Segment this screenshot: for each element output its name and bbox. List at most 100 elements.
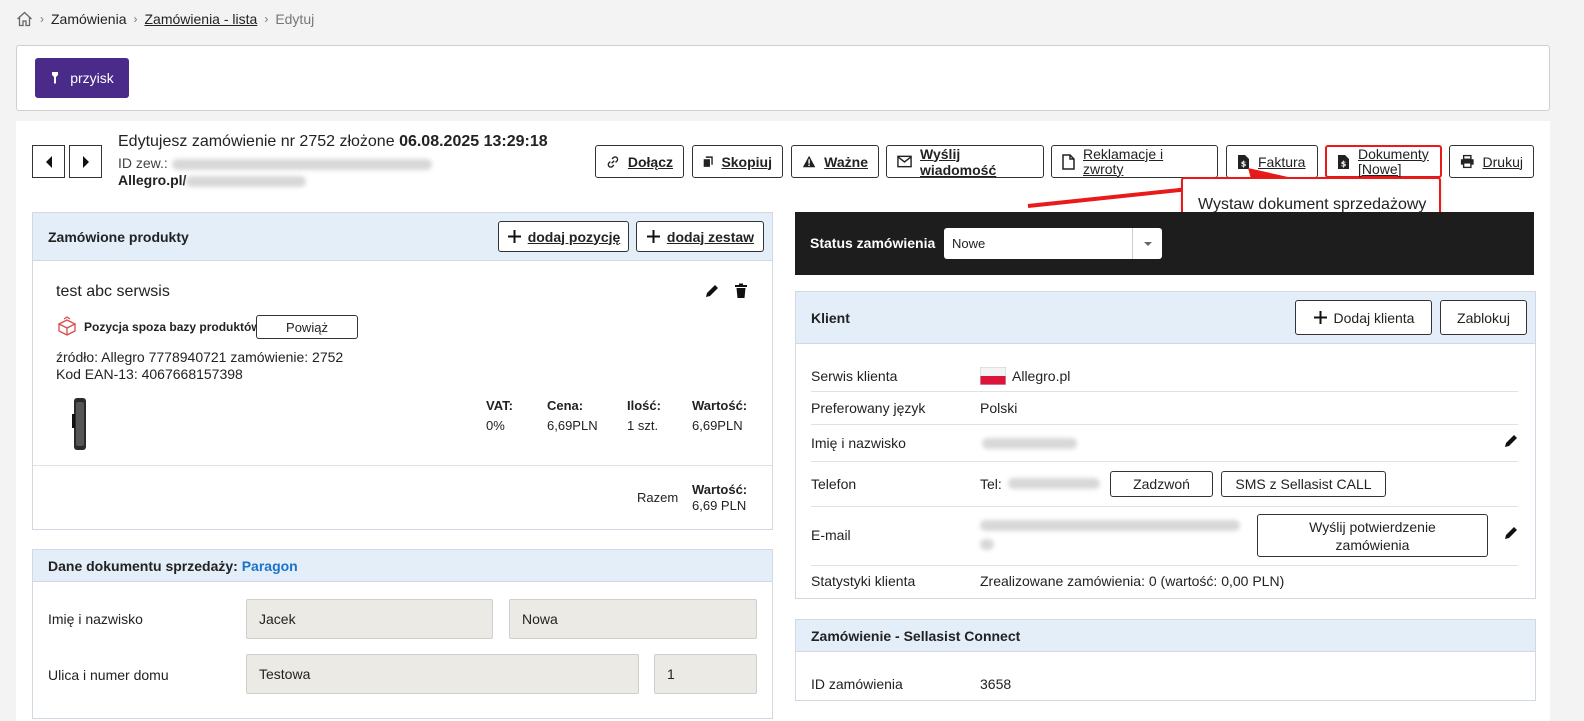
vat-value: 0% <box>486 418 505 433</box>
add-set-button[interactable]: dodaj zestaw <box>636 221 764 252</box>
arrow-left-icon <box>45 155 52 168</box>
divider <box>811 461 1518 462</box>
sales-document-header: Dane dokumentu sprzedaży: Paragon <box>33 550 772 582</box>
stats-label: Statystyki klienta <box>811 573 916 589</box>
language-label: Preferowany język <box>811 400 926 416</box>
block-client-button[interactable]: Zablokuj <box>1440 300 1527 335</box>
plus-icon <box>507 230 521 243</box>
language-value: Polski <box>980 400 1018 416</box>
invoice-icon: $ <box>1338 154 1349 169</box>
divider <box>811 565 1518 566</box>
attach-button[interactable]: Dołącz <box>595 145 684 178</box>
documents-button[interactable]: $ Dokumenty [Nowe] <box>1325 145 1442 178</box>
pencil-icon[interactable] <box>1503 433 1519 449</box>
product-ean: Kod EAN-13: 4067668157398 <box>56 366 243 382</box>
redacted-text <box>982 438 1077 449</box>
plus-icon <box>1313 311 1327 324</box>
sms-call-button[interactable]: SMS z Sellasist CALL <box>1221 471 1386 497</box>
svg-text:$: $ <box>1341 159 1347 168</box>
plus-icon <box>646 230 660 243</box>
printer-icon <box>1460 154 1474 169</box>
chevron-down-icon <box>1132 228 1162 259</box>
important-button[interactable]: Ważne <box>791 145 879 178</box>
connect-order-id-value: 3658 <box>980 676 1012 692</box>
connect-order-id-label: ID zamówienia <box>811 676 903 692</box>
trash-icon[interactable] <box>734 283 748 299</box>
redacted-text <box>980 520 1240 531</box>
add-client-button[interactable]: Dodaj klienta <box>1295 300 1432 335</box>
document-type-link[interactable]: Paragon <box>242 558 298 574</box>
send-confirmation-button[interactable]: Wyślij potwierdzenie zamówienia <box>1257 514 1488 557</box>
value-value: 6,69PLN <box>692 418 743 433</box>
product-thumbnail <box>70 396 90 452</box>
copy-button[interactable]: Skopiuj <box>692 145 783 178</box>
arrow-right-icon <box>82 155 89 168</box>
link-product-button[interactable]: Powiąż <box>256 315 358 339</box>
price-value: 6,69PLN <box>547 418 598 433</box>
external-product-label: Pozycja spoza bazy produktów <box>84 320 261 334</box>
chevron-right-icon: › <box>133 12 138 26</box>
status-selected-value: Nowe <box>952 236 986 251</box>
pencil-icon[interactable] <box>704 283 720 299</box>
chevron-right-icon: › <box>264 12 269 26</box>
breadcrumb-orders-list[interactable]: Zamówienia - lista <box>144 11 257 27</box>
total-value-label: Wartość: <box>692 482 748 497</box>
house-number-input[interactable]: 1 <box>654 654 757 694</box>
call-button[interactable]: Zadzwoń <box>1110 471 1213 497</box>
last-name-input[interactable]: Nowa <box>509 599 757 639</box>
external-id: ID zew.: <box>118 155 432 171</box>
divider <box>811 391 1518 392</box>
service-value: Allegro.pl <box>980 367 1070 385</box>
product-name: test abc serwsis <box>56 283 170 300</box>
warning-icon <box>802 155 816 168</box>
breadcrumb: › Zamówienia › Zamówienia - lista › Edyt… <box>16 8 314 30</box>
sellasist-connect-panel: Zamówienie - Sellasist Connect <box>795 619 1536 701</box>
redacted-text <box>980 539 994 550</box>
panel-title: Klient <box>811 309 850 326</box>
redacted-text <box>186 175 307 187</box>
next-order-button[interactable] <box>69 145 102 178</box>
panel-title: Zamówienie - Sellasist Connect <box>811 627 1021 644</box>
status-select[interactable]: Nowe <box>944 228 1162 259</box>
divider <box>33 465 772 466</box>
order-source: Allegro.pl/ <box>118 172 307 188</box>
street-input[interactable]: Testowa <box>246 654 639 694</box>
pencil-icon[interactable] <box>1503 525 1519 541</box>
phone-label: Telefon <box>811 476 857 492</box>
gift-box-icon <box>56 316 78 338</box>
qty-label: Ilość: <box>627 398 661 413</box>
poland-flag-icon <box>980 367 1006 385</box>
breadcrumb-orders[interactable]: Zamówienia <box>51 11 126 27</box>
email-label: E-mail <box>811 527 851 543</box>
chevron-right-icon: › <box>40 12 44 26</box>
breadcrumb-edit: Edytuj <box>275 11 315 27</box>
product-source: źródło: Allegro 7778940721 zamówienie: 2… <box>56 349 344 365</box>
status-label: Status zamówienia <box>810 235 936 251</box>
total-value: 6,69 PLN <box>692 498 747 513</box>
home-icon[interactable] <box>16 11 33 27</box>
plugin-button[interactable]: przyisk <box>35 58 129 98</box>
redacted-text <box>171 158 432 170</box>
connect-panel-header: Zamówienie - Sellasist Connect <box>796 620 1535 652</box>
copy-icon <box>703 155 713 167</box>
link-icon <box>607 155 619 168</box>
client-name-label: Imię i nazwisko <box>811 435 906 451</box>
divider <box>811 506 1518 507</box>
qty-value: 1 szt. <box>627 418 659 433</box>
street-label: Ulica i numer domu <box>48 667 169 683</box>
prev-order-button[interactable] <box>32 145 65 178</box>
plugin-icon <box>50 71 60 85</box>
plugin-toolbar: przyisk <box>16 45 1550 111</box>
total-label: Razem <box>637 490 679 505</box>
add-item-button[interactable]: dodaj pozycję <box>498 221 629 252</box>
plugin-button-label: przyisk <box>70 70 114 86</box>
stats-value: Zrealizowane zamówienia: 0 (wartość: 0,0… <box>980 573 1285 589</box>
order-status-bar: Status zamówienia Nowe <box>795 212 1534 275</box>
service-label: Serwis klienta <box>811 368 898 384</box>
envelope-icon <box>897 155 912 168</box>
print-button[interactable]: Drukuj <box>1449 145 1534 178</box>
phone-prefix: Tel: <box>980 476 1002 492</box>
redacted-text <box>1008 478 1100 489</box>
first-name-input[interactable]: Jacek <box>246 599 493 639</box>
divider <box>811 424 1518 425</box>
